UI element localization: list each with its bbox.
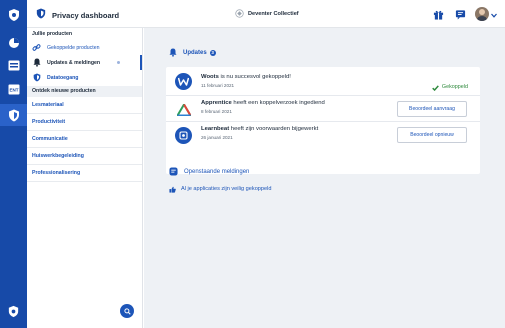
svg-text:ENT: ENT (9, 88, 18, 93)
link-icon (32, 43, 41, 52)
chat-icon (169, 163, 178, 181)
app-title-group: Privacy dashboard (36, 8, 119, 22)
update-row-woots: Woots is nu succesvol gekoppeld! 11 febr… (166, 67, 480, 96)
app-name: Apprentice (201, 100, 232, 106)
update-message: heeft zijn voorwaarden bijgewerkt (229, 126, 319, 132)
pie-chart-icon[interactable] (6, 35, 21, 50)
user-menu[interactable] (475, 7, 497, 21)
app-title: Privacy dashboard (52, 10, 120, 20)
app-logo-icon[interactable] (6, 7, 21, 22)
category-professionalisering[interactable]: Professionalisering (27, 165, 142, 182)
category-lesmateriaal[interactable]: Lesmateriaal (27, 97, 142, 114)
status-text: Gekoppeld (441, 84, 468, 90)
search-icon (123, 302, 131, 320)
update-title: Learnbeat heeft zijn voorwaarden bijgewe… (201, 126, 318, 132)
ent-card-icon[interactable]: ENT (6, 82, 21, 97)
discover-section-title: Ontdek nieuwe producten (27, 86, 142, 97)
review-request-button[interactable]: Beoordeel aanvraag (397, 101, 467, 117)
review-again-button[interactable]: Beoordeel opnieuw (397, 127, 467, 143)
bell-icon (32, 58, 41, 67)
bell-icon (169, 44, 177, 62)
updates-header: Updates 3 (169, 48, 216, 58)
updates-title: Updates (183, 50, 207, 56)
all-ok-text: Al je applicaties zijn veilig gekoppeld (181, 186, 272, 192)
app-name: Woots (201, 74, 219, 80)
apprentice-logo-icon (175, 101, 192, 118)
window-icon[interactable] (6, 58, 21, 73)
sidebar-item-gekoppelde-producten[interactable]: Gekoppelde producten (27, 40, 142, 55)
search-button[interactable] (120, 304, 134, 318)
pending-notifications-title: Openstaande meldingen (184, 169, 250, 175)
update-message: heeft een koppelverzoek ingediend (231, 100, 325, 106)
update-title: Apprentice heeft een koppelverzoek inged… (201, 100, 325, 106)
update-date: 8 februari 2021 (201, 109, 232, 114)
gift-icon[interactable] (431, 7, 445, 21)
message-flag-icon[interactable] (453, 7, 467, 21)
shield-icon (32, 73, 41, 82)
sidebar-section-title: Jullie producten (32, 31, 73, 37)
sidebar-item-updates-meldingen[interactable]: Updates & meldingen (27, 55, 142, 70)
update-date: 26 januari 2021 (201, 135, 233, 140)
avatar (475, 7, 489, 21)
woots-logo-icon (175, 73, 192, 90)
icon-rail: ENT (0, 0, 27, 328)
update-row-learnbeat: Learnbeat heeft zijn voorwaarden bijgewe… (166, 122, 480, 148)
app-name: Learnbeat (201, 126, 230, 132)
chevron-down-icon (491, 5, 497, 23)
shield-nav-icon[interactable] (6, 108, 21, 123)
organization-logo-icon (235, 5, 244, 23)
main-content: Updates 3 Woots is nu succesvol gekoppel… (144, 28, 505, 328)
updates-count-badge: 3 (209, 50, 216, 56)
sidebar-item-label: Updates & meldingen (47, 59, 101, 66)
sidebar: Jullie producten Gekoppelde producten Up… (27, 28, 143, 328)
category-productiviteit[interactable]: Productiviteit (27, 114, 142, 131)
unread-indicator (117, 61, 120, 64)
update-title: Woots is nu succesvol gekoppeld! (201, 74, 291, 80)
sidebar-item-label: Gekoppelde producten (47, 44, 100, 51)
header-actions (423, 7, 497, 21)
update-row-apprentice: Apprentice heeft een koppelverzoek inged… (166, 96, 480, 122)
settings-icon[interactable] (6, 304, 21, 319)
privacy-shield-icon (36, 6, 46, 24)
thumbs-up-icon (169, 180, 176, 198)
category-huiswerkbegeleiding[interactable]: Huiswerkbegeleiding (27, 148, 142, 165)
update-message: is nu succesvol gekoppeld! (218, 74, 291, 80)
organization-switcher[interactable]: Deventer Collectief (235, 9, 299, 19)
update-date: 11 februari 2021 (201, 83, 235, 88)
organization-name: Deventer Collectief (248, 11, 299, 17)
category-communicatie[interactable]: Communicatie (27, 131, 142, 148)
checkmark-icon (432, 78, 439, 96)
sidebar-item-datatoegang[interactable]: Datatoegang (27, 70, 142, 85)
top-header: Privacy dashboard Deventer Collectief (27, 0, 505, 28)
updates-card: Woots is nu succesvol gekoppeld! 11 febr… (166, 67, 480, 174)
learnbeat-logo-icon (175, 127, 192, 144)
pending-notifications-header: Openstaande meldingen (169, 167, 249, 177)
status-badge: Gekoppeld (432, 78, 468, 96)
all-ok-message: Al je applicaties zijn veilig gekoppeld (169, 184, 272, 194)
sidebar-item-label: Datatoegang (47, 74, 79, 81)
